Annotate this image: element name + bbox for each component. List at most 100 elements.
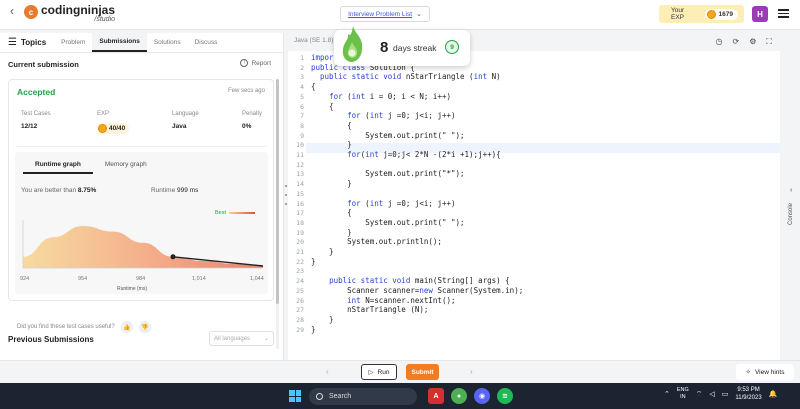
- code-line: }: [311, 179, 352, 189]
- run-button[interactable]: ▷ Run: [361, 364, 397, 380]
- avatar[interactable]: H: [752, 6, 768, 22]
- wifi-icon[interactable]: ⌔: [696, 390, 703, 399]
- divider: [17, 146, 267, 147]
- line-number: 6: [300, 102, 304, 111]
- previous-problem-icon[interactable]: ‹: [326, 367, 329, 376]
- line-number: 2: [300, 63, 304, 72]
- tab-submissions[interactable]: Submissions: [92, 33, 147, 52]
- clock[interactable]: 9:53 PM 11/9/2023: [735, 386, 761, 402]
- code-line: Scanner scanner=new Scanner(System.in);: [347, 285, 524, 295]
- language-selector[interactable]: Java (SE 1.8): [288, 35, 339, 46]
- thumbs-down-icon[interactable]: 👎: [138, 321, 151, 333]
- code-line: for(int j=0;j< 2*N -(2*i +1);j++){: [347, 150, 501, 159]
- thumbs-up-icon[interactable]: 👍: [120, 321, 133, 333]
- code-line: }: [311, 256, 316, 266]
- left-tab-bar: ☰ Topics Problem Submissions Solutions D…: [0, 33, 283, 53]
- logo-text: codingninjas: [41, 3, 116, 17]
- code-line: int N=scanner.nextInt();: [347, 295, 456, 305]
- chevron-left-icon: ‹: [790, 187, 793, 194]
- line-number: 14: [296, 180, 304, 189]
- code-line: {: [311, 208, 352, 218]
- line-number: 9: [300, 131, 304, 140]
- language-indicator[interactable]: ENG IN: [677, 387, 689, 401]
- code-line: }: [311, 247, 334, 256]
- spotify-icon[interactable]: ≋: [497, 388, 513, 404]
- exp-value: 1679: [718, 10, 733, 18]
- battery-icon[interactable]: ▭: [722, 390, 729, 398]
- submit-button[interactable]: Submit: [406, 364, 439, 380]
- code-line: }: [311, 140, 352, 150]
- info-icon: !: [240, 59, 249, 67]
- exp-badge[interactable]: Your EXP 1679: [659, 5, 744, 23]
- chevron-down-icon: ⌄: [263, 336, 269, 342]
- code-line: System.out.print(" ");: [365, 130, 465, 140]
- timestamp: Few secs ago: [227, 88, 265, 94]
- next-problem-icon[interactable]: ›: [470, 367, 473, 376]
- x-axis-label: Runtime (ms): [117, 286, 148, 292]
- tab-problem[interactable]: Problem: [54, 33, 92, 52]
- line-number: 11: [296, 151, 304, 159]
- notification-icon[interactable]: 🔔: [769, 390, 778, 398]
- volume-icon[interactable]: ◁: [709, 390, 714, 398]
- chevron-up-icon[interactable]: ⌃: [664, 390, 670, 398]
- view-hints-button[interactable]: ✧ View hints: [736, 364, 794, 380]
- chrome-icon[interactable]: ●: [451, 388, 467, 404]
- line-number: 5: [300, 92, 304, 101]
- settings-icon[interactable]: ⚙: [749, 37, 756, 47]
- tab-solutions[interactable]: Solutions: [147, 33, 188, 52]
- code-editor[interactable]: 1 2 3 4 5 6 7 8 9 10 11 12 13 14 15 16 17 18 19 20 21 22 23 24 2…: [288, 51, 780, 360]
- user-runtime-marker: [170, 254, 176, 260]
- chevron-down-icon: ⌄: [416, 11, 422, 18]
- taskbar-search[interactable]: Search: [309, 388, 417, 405]
- line-number: 18: [296, 218, 304, 227]
- console-toggle[interactable]: ‹ Console: [786, 185, 800, 225]
- topics-button[interactable]: ☰ Topics: [0, 33, 54, 52]
- pdf-app-icon[interactable]: A: [428, 388, 444, 404]
- line-number: 29: [296, 325, 304, 334]
- line-number: 19: [296, 228, 304, 237]
- line-number: 21: [296, 248, 304, 256]
- coin-icon: [98, 124, 107, 133]
- problem-list-dropdown[interactable]: Interview Problem List ⌄: [340, 6, 430, 22]
- top-header: ‹ c codingninjas /studio Interview Probl…: [0, 0, 800, 30]
- feedback-row: Did you find these test cases useful? 👍 …: [17, 321, 151, 333]
- flame-icon: [342, 26, 363, 62]
- line-number: 15: [296, 189, 304, 198]
- search-icon: [316, 393, 323, 400]
- code-line: }: [311, 227, 352, 237]
- current-submission-heading: Current submission: [8, 60, 79, 69]
- logo-subtext: /studio: [94, 16, 116, 23]
- tab-discuss[interactable]: Discuss: [188, 33, 225, 52]
- x-tick: 1,044: [250, 276, 264, 282]
- code-line: {: [311, 82, 316, 92]
- menu-icon[interactable]: [778, 9, 789, 18]
- problem-list-label: Interview Problem List: [348, 10, 413, 18]
- back-chevron-icon[interactable]: ‹: [10, 4, 20, 18]
- line-number: 10: [296, 141, 304, 150]
- logo[interactable]: ‹ c codingninjas /studio: [10, 4, 115, 24]
- streak-popup: 8 days streak 9: [334, 26, 470, 66]
- windows-start-icon[interactable]: [289, 390, 301, 402]
- runtime-chart: [22, 220, 264, 269]
- left-panel: ☰ Topics Problem Submissions Solutions D…: [0, 33, 284, 360]
- line-number: 12: [296, 160, 304, 169]
- code-line: }: [311, 314, 334, 324]
- line-number: 8: [300, 121, 304, 130]
- fullscreen-icon[interactable]: ⛶: [766, 37, 772, 47]
- reset-icon[interactable]: ⟳: [733, 37, 740, 47]
- x-tick: 924: [20, 276, 30, 282]
- line-number: 27: [296, 306, 304, 315]
- bottom-action-bar: ‹ ▷ Run Submit › ✧ View hints: [0, 360, 800, 383]
- timer-icon[interactable]: ◷: [716, 37, 723, 47]
- sparkle-icon: ✧: [745, 369, 751, 376]
- runtime-graph-panel: Runtime graph Memory graph You are bette…: [15, 152, 268, 294]
- code-line: System.out.println();: [347, 237, 442, 247]
- code-line: for (int i = 0; i < N; i++): [329, 91, 451, 101]
- stats-row: Test Cases 12/12 EXP 40/40 Language Java…: [21, 111, 318, 134]
- line-number: 24: [296, 277, 304, 286]
- report-button[interactable]: ! Report: [240, 59, 271, 67]
- line-number: 3: [300, 73, 304, 82]
- language-filter-select[interactable]: All languages ⌄: [209, 331, 274, 346]
- scrollbar-thumb[interactable]: [276, 79, 279, 304]
- discord-icon[interactable]: ◉: [474, 388, 490, 404]
